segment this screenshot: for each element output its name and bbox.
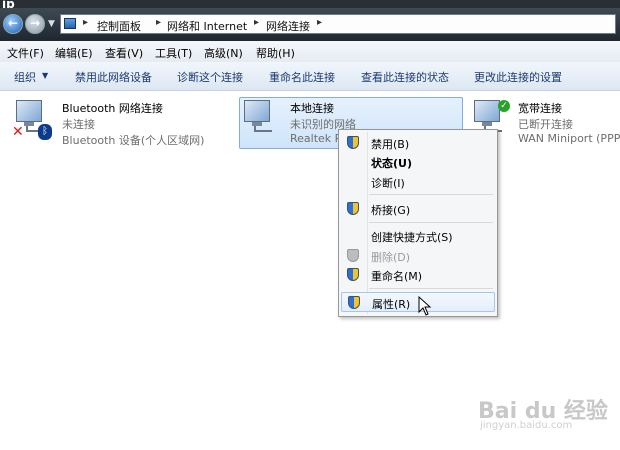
menu-item-diagnose[interactable]: 诊断(I)	[341, 172, 495, 192]
organize-button[interactable]: 组织	[14, 69, 36, 85]
menu-item-label: 创建快捷方式(S)	[371, 231, 453, 244]
menu-item-create-shortcut[interactable]: 创建快捷方式(S)	[341, 226, 495, 246]
uac-shield-icon	[347, 249, 359, 262]
baidu-watermark-url: jingyan.baidu.com	[480, 420, 573, 431]
menu-item-label: 禁用(B)	[371, 138, 410, 151]
connection-device: Realtek P	[290, 132, 342, 145]
check-icon: ✓	[498, 100, 510, 112]
network-adapter-icon	[240, 98, 280, 138]
connection-name: 宽带连接	[518, 102, 562, 115]
chevron-down-icon[interactable]: ▼	[42, 71, 48, 80]
menu-advanced[interactable]: 高级(N)	[204, 45, 243, 61]
menu-separator	[369, 194, 493, 195]
chevron-right-icon[interactable]: ▸	[156, 17, 161, 28]
menu-item-delete: 删除(D)	[341, 246, 495, 266]
menu-help[interactable]: 帮助(H)	[256, 45, 295, 61]
menu-item-bridge[interactable]: 桥接(G)	[341, 199, 495, 219]
rename-button[interactable]: 重命名此连接	[269, 69, 335, 85]
address-box[interactable]: ▸ 控制面板 ▸ 网络和 Internet ▸ 网络连接 ▸	[60, 14, 616, 34]
bluetooth-icon: ᛒ	[38, 124, 52, 140]
forward-button[interactable]: →	[25, 14, 45, 34]
back-arrow-icon: ←	[8, 16, 19, 30]
uac-shield-icon	[347, 202, 359, 215]
control-panel-icon	[64, 18, 76, 29]
breadcrumb-control-panel[interactable]: 控制面板	[97, 18, 141, 34]
menu-tools[interactable]: 工具(T)	[155, 45, 192, 61]
disable-device-button[interactable]: 禁用此网络设备	[75, 69, 152, 85]
menu-file[interactable]: 文件(F)	[7, 45, 44, 61]
menu-item-label: 桥接(G)	[371, 204, 411, 217]
history-dropdown-icon[interactable]: ▼	[48, 19, 55, 29]
menu-view[interactable]: 查看(V)	[105, 45, 143, 61]
connection-device: Bluetooth 设备(个人区域网)	[62, 134, 205, 147]
menu-separator	[369, 288, 493, 289]
menu-item-label: 重命名(M)	[371, 270, 423, 283]
menu-separator	[369, 222, 493, 223]
connection-name: 本地连接	[290, 102, 334, 115]
chevron-right-icon[interactable]: ▸	[83, 17, 88, 28]
menu-item-label: 状态(U)	[371, 157, 412, 170]
uac-shield-icon	[347, 268, 359, 281]
title-bar: ip	[0, 0, 620, 11]
breadcrumb-network-connections[interactable]: 网络连接	[266, 18, 310, 34]
menu-bar: 文件(F) 编辑(E) 查看(V) 工具(T) 高级(N) 帮助(H)	[0, 41, 620, 63]
chevron-right-icon[interactable]: ▸	[317, 17, 322, 28]
forward-arrow-icon: →	[30, 16, 41, 30]
menu-item-label: 诊断(I)	[371, 177, 405, 190]
network-adapter-icon: ✕ ᛒ	[12, 98, 52, 140]
breadcrumb-network-internet[interactable]: 网络和 Internet	[167, 18, 247, 34]
view-status-button[interactable]: 查看此连接的状态	[361, 69, 449, 85]
uac-shield-icon	[347, 136, 359, 149]
connection-status: 已断开连接	[518, 118, 573, 131]
context-menu: 禁用(B) 状态(U) 诊断(I) 桥接(G) 创建快捷方式(S) 删除(D) …	[338, 129, 498, 317]
connection-name: Bluetooth 网络连接	[62, 102, 163, 115]
connection-status: 未连接	[62, 118, 95, 131]
menu-item-label: 属性(R)	[372, 298, 411, 311]
menu-item-label: 删除(D)	[371, 251, 411, 264]
menu-edit[interactable]: 编辑(E)	[55, 45, 93, 61]
diagnose-button[interactable]: 诊断这个连接	[177, 69, 243, 85]
address-bar: ← → ▼ ▸ 控制面板 ▸ 网络和 Internet ▸ 网络连接 ▸	[0, 8, 620, 41]
menu-item-status[interactable]: 状态(U)	[341, 152, 495, 172]
command-bar: 组织 ▼ 禁用此网络设备 诊断这个连接 重命名此连接 查看此连接的状态 更改此连…	[0, 62, 620, 91]
disconnected-x-icon: ✕	[12, 124, 24, 140]
change-settings-button[interactable]: 更改此连接的设置	[474, 69, 562, 85]
menu-item-disable[interactable]: 禁用(B)	[341, 133, 495, 153]
chevron-right-icon[interactable]: ▸	[254, 17, 259, 28]
menu-item-rename[interactable]: 重命名(M)	[341, 265, 495, 285]
mouse-cursor-icon	[418, 296, 432, 316]
back-button[interactable]: ←	[3, 14, 23, 34]
uac-shield-icon	[348, 296, 360, 309]
connection-device: WAN Miniport (PPP	[518, 132, 620, 145]
